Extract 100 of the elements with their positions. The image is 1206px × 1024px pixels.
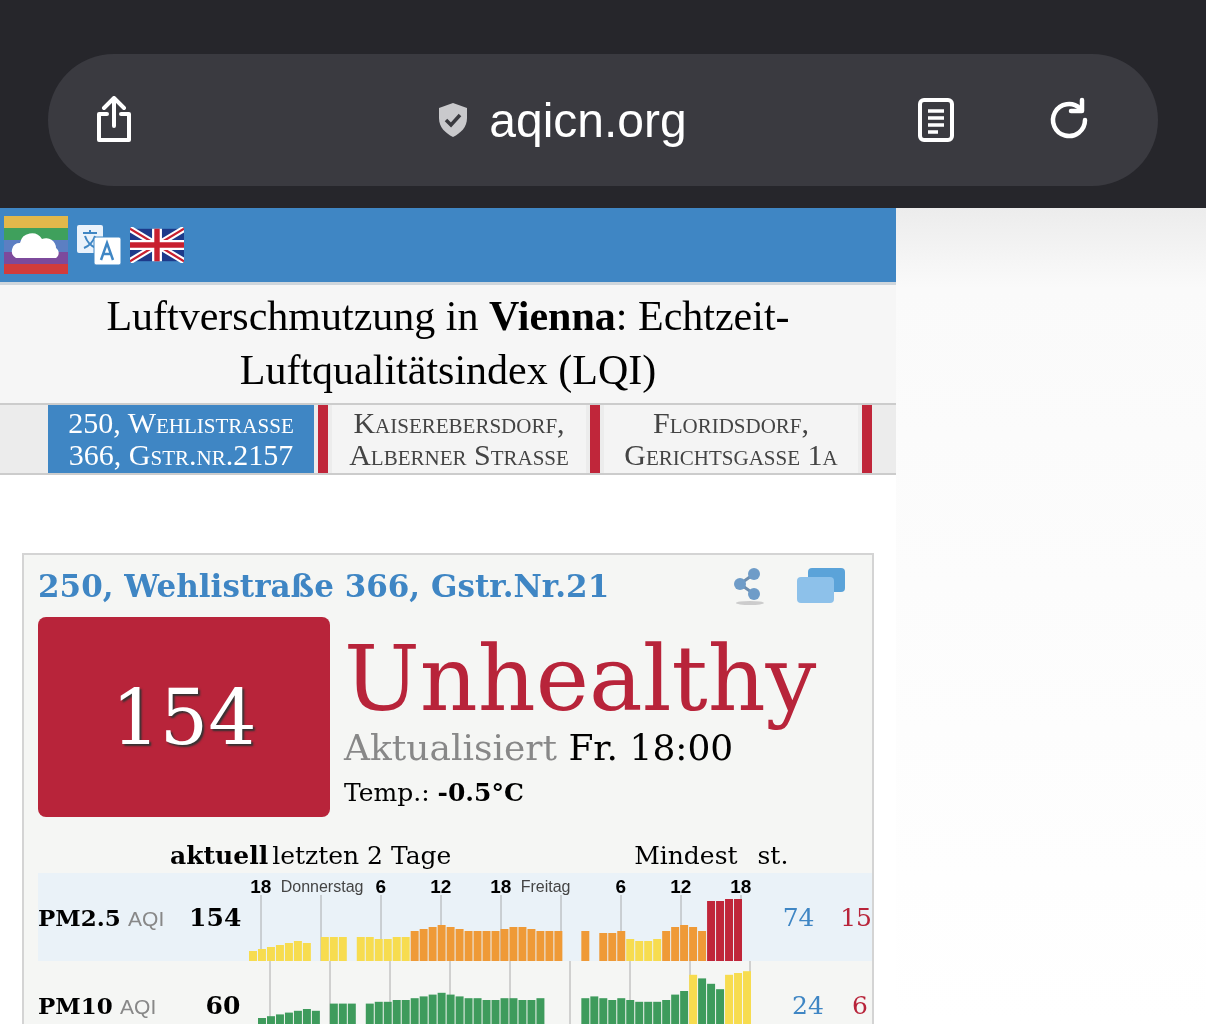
updated-time: Fr. 18:00 (568, 727, 734, 768)
flag-icon[interactable] (130, 227, 184, 263)
column-header: Mindest (634, 841, 738, 870)
time-label: Donnerstag (280, 877, 364, 897)
history-bar (446, 994, 455, 1024)
history-bar (679, 925, 688, 961)
history-bar (401, 937, 410, 961)
history-bar (257, 949, 266, 961)
history-bar (302, 943, 311, 961)
history-bar (329, 1003, 338, 1024)
history-bar (284, 943, 293, 961)
station-tab[interactable]: Kaiserebersdorf, Alberner Strasse (332, 405, 586, 473)
history-bar (581, 931, 590, 961)
history-bar (320, 937, 329, 961)
max-value: 6 (852, 990, 868, 1020)
history-bar (653, 1001, 662, 1024)
history-bar (446, 927, 455, 961)
history-bar (733, 899, 742, 961)
history-bar (347, 1003, 356, 1024)
history-bar (473, 931, 482, 961)
history-bar (392, 937, 401, 961)
pollutant-name: PM10 (38, 991, 113, 1019)
history-bar (698, 978, 707, 1024)
history-bar (536, 998, 545, 1024)
history-bar (707, 983, 716, 1024)
history-bar (634, 941, 643, 961)
history-bar (482, 1000, 491, 1024)
history-bar (365, 937, 374, 961)
history-bar (455, 929, 464, 961)
history-bar (338, 1003, 347, 1024)
history-bar (356, 937, 365, 961)
history-bar (652, 939, 661, 961)
history-bar (581, 998, 590, 1024)
history-bar (724, 899, 733, 961)
column-header: aktuell (170, 841, 269, 870)
history-bar (293, 1010, 302, 1024)
history-bar (374, 939, 383, 961)
history-bar (608, 1000, 617, 1024)
history-bar (725, 974, 734, 1024)
history-bar (554, 931, 563, 961)
history-bar (670, 927, 679, 961)
history-bar (590, 996, 599, 1024)
page-title: Luftverschmutzung in Vienna: Echtzeit-Luftqualitätsindex (LQI) (0, 285, 896, 403)
time-label: Freitag (520, 877, 571, 897)
time-label: 18 (490, 877, 512, 897)
reader-icon[interactable] (918, 98, 954, 142)
station-tab[interactable]: Floridsdorf, Gerichtsgasse 1a (604, 405, 858, 473)
history-bar (428, 994, 437, 1024)
history-bar (374, 1001, 383, 1024)
history-bar (626, 1000, 635, 1024)
history-bar (410, 931, 419, 961)
history-bar (500, 998, 509, 1024)
history-bar (275, 1014, 284, 1024)
aqi-value: 154 (38, 617, 330, 817)
history-bar (383, 1001, 392, 1024)
address-bar[interactable]: aqicn.org (48, 54, 1158, 186)
time-label: 6 (375, 877, 386, 897)
url-text: aqicn.org (489, 92, 687, 148)
history-bar (617, 998, 626, 1024)
history-bar (635, 1001, 644, 1024)
history-bar (401, 1000, 410, 1024)
history-bar (293, 941, 302, 961)
temperature-value: -0.5°C (437, 778, 524, 807)
history-bar (437, 992, 446, 1024)
station-name[interactable]: 250, Wehlistraße 366, Gstr.Nr.21 (38, 568, 700, 604)
time-label: 6 (615, 877, 626, 897)
pollutant-name: PM2.5 (38, 903, 121, 931)
rainbow-cloud-logo-icon[interactable] (4, 216, 68, 274)
history-bar (383, 939, 392, 961)
time-label: 12 (430, 877, 452, 897)
column-header: letzten 2 Tage (272, 841, 453, 870)
history-bar (509, 998, 518, 1024)
aqi-color-bar (318, 405, 328, 473)
history-bar (248, 951, 257, 961)
history-bar (716, 989, 725, 1024)
shield-icon (437, 102, 470, 138)
history-bar (518, 927, 527, 961)
translate-icon[interactable] (76, 224, 122, 266)
aqi-color-bar (590, 405, 600, 473)
history-bar (536, 931, 545, 961)
updated-label: Aktualisiert (344, 727, 557, 768)
history-bar (419, 996, 428, 1024)
history-bar (715, 901, 724, 961)
aqi-color-bar (862, 405, 872, 473)
history-bar (410, 998, 419, 1024)
history-bar (275, 945, 284, 961)
history-bar (671, 994, 680, 1024)
max-value: 15 (840, 902, 872, 932)
history-bar (455, 996, 464, 1024)
history-bar (266, 947, 275, 961)
station-tab[interactable]: 250, Wehlistrasse 366, Gstr.nr.2157 (48, 405, 314, 473)
history-bar (464, 931, 473, 961)
history-bar (500, 929, 509, 961)
column-header: st. (757, 841, 789, 870)
min-value: 74 (782, 902, 816, 932)
history-bar (392, 1000, 401, 1024)
history-bar (599, 998, 608, 1024)
time-label: 12 (670, 877, 692, 897)
history-bar (284, 1012, 293, 1024)
history-bar (616, 931, 625, 961)
